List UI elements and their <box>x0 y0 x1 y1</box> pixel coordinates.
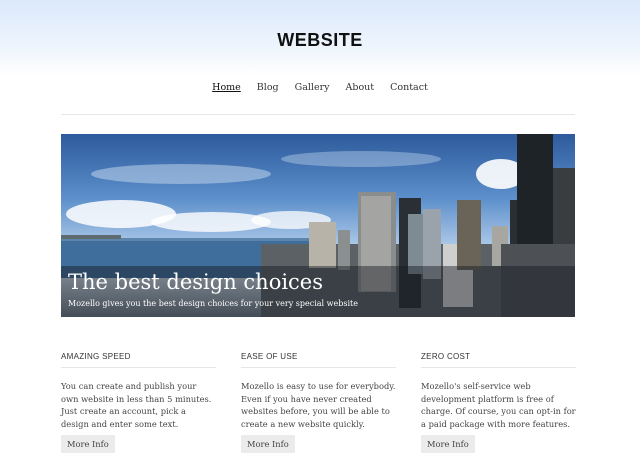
feature-heading: AMAZING SPEED <box>61 352 216 368</box>
nav-item-about[interactable]: About <box>346 82 375 93</box>
feature-column-speed: AMAZING SPEED You can create and publish… <box>61 352 216 453</box>
feature-column-ease: EASE OF USE Mozello is easy to use for e… <box>241 352 396 453</box>
hero-title: The best design choices <box>68 270 324 294</box>
header-divider <box>61 114 575 115</box>
feature-heading: EASE OF USE <box>241 352 396 368</box>
more-info-button[interactable]: More Info <box>421 435 475 453</box>
feature-text: You can create and publish your own webs… <box>61 381 212 429</box>
site-title[interactable]: WEBSITE <box>0 30 640 51</box>
hero-subtitle: Mozello gives you the best design choice… <box>68 299 358 308</box>
feature-heading: ZERO COST <box>421 352 576 368</box>
hero-banner: The best design choices Mozello gives yo… <box>61 134 575 317</box>
nav-item-blog[interactable]: Blog <box>257 82 279 93</box>
main-nav: Home Blog Gallery About Contact <box>0 82 640 93</box>
nav-item-contact[interactable]: Contact <box>390 82 428 93</box>
nav-item-gallery[interactable]: Gallery <box>295 82 330 93</box>
feature-text: Mozello's self-service web development p… <box>421 381 576 429</box>
feature-column-cost: ZERO COST Mozello's self-service web dev… <box>421 352 576 453</box>
nav-item-home[interactable]: Home <box>212 82 241 93</box>
more-info-button[interactable]: More Info <box>241 435 295 453</box>
more-info-button[interactable]: More Info <box>61 435 115 453</box>
feature-text: Mozello is easy to use for everybody. Ev… <box>241 381 396 429</box>
